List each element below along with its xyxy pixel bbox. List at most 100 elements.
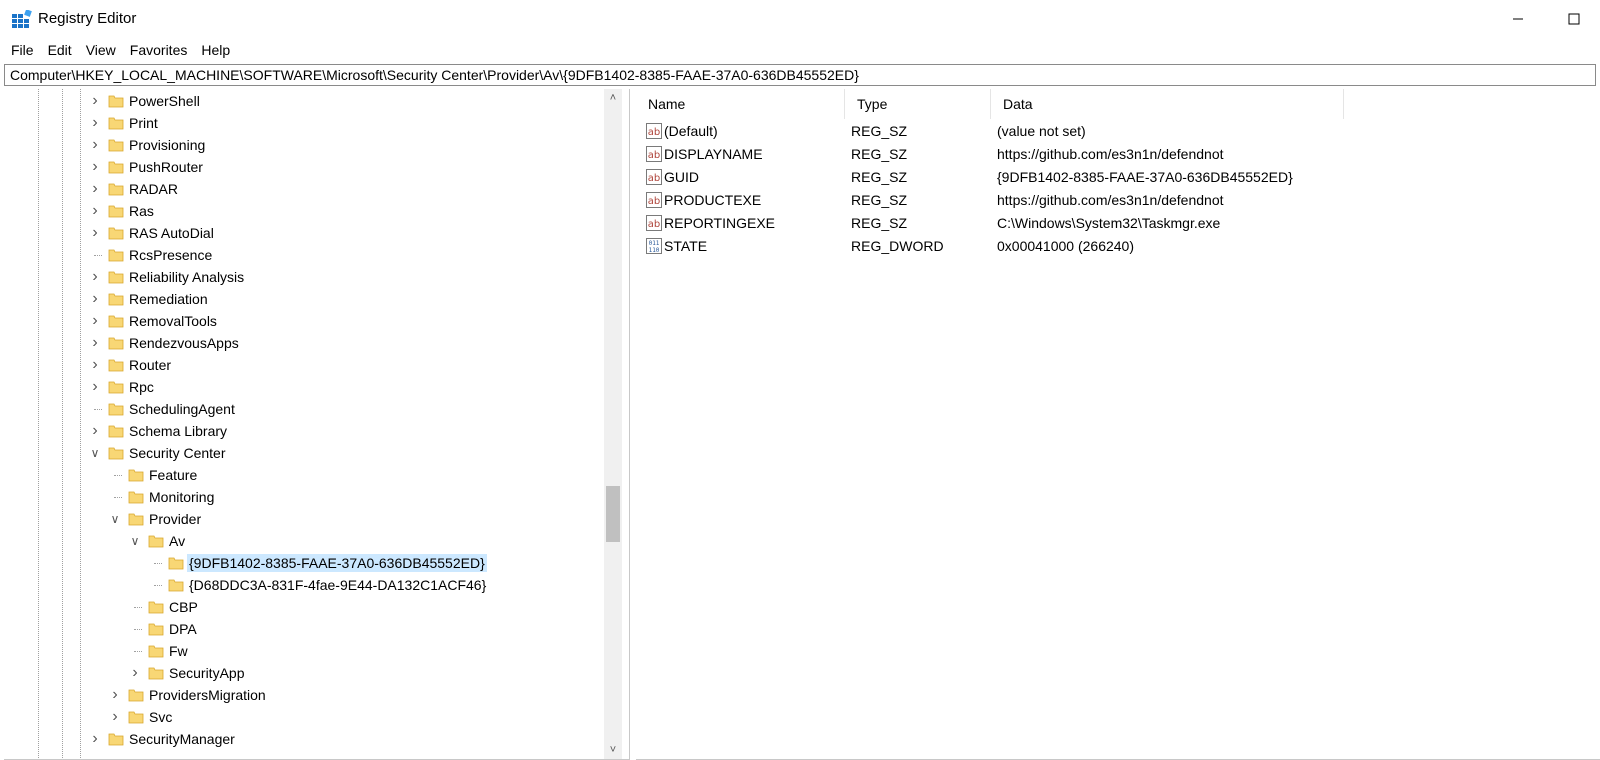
tree-scrollbar[interactable]: ˄ ˅ <box>604 89 622 759</box>
tree-item[interactable]: ∨ Av <box>4 530 604 552</box>
maximize-icon <box>1568 13 1580 25</box>
chevron-right-icon[interactable]: › <box>88 378 102 396</box>
chevron-right-icon[interactable]: › <box>88 114 102 132</box>
value-data: {9DFB1402-8385-FAAE-37A0-636DB45552ED} <box>997 169 1293 185</box>
tree-item[interactable]: › SecurityManager <box>4 728 604 750</box>
tree-item[interactable]: DPA <box>4 618 604 640</box>
chevron-right-icon[interactable]: › <box>88 422 102 440</box>
address-bar[interactable]: Computer\HKEY_LOCAL_MACHINE\SOFTWARE\Mic… <box>4 64 1596 86</box>
string-value-icon: ab <box>646 215 662 231</box>
tree-item[interactable]: › Remediation <box>4 288 604 310</box>
chevron-right-icon[interactable]: › <box>108 708 122 726</box>
column-header-data[interactable]: Data <box>991 89 1344 119</box>
tree-item[interactable]: ∨ Security Center <box>4 442 604 464</box>
menu-help[interactable]: Help <box>194 38 237 62</box>
column-header-name[interactable]: Name <box>636 89 845 119</box>
svg-text:ab: ab <box>648 150 660 161</box>
registry-tree[interactable]: › PowerShell › Print › Provisioning › PushRoute… <box>4 89 630 760</box>
folder-icon <box>168 555 184 571</box>
value-type: REG_DWORD <box>851 238 944 254</box>
menu-edit[interactable]: Edit <box>41 38 79 62</box>
menu-view[interactable]: View <box>79 38 123 62</box>
value-row[interactable]: ab DISPLAYNAME REG_SZ https://github.com/es… <box>636 143 1600 166</box>
tree-item[interactable]: Fw <box>4 640 604 662</box>
tree-item[interactable]: › ProvidersMigration <box>4 684 604 706</box>
tree-item-label: SecurityManager <box>129 731 235 747</box>
tree-item[interactable]: SchedulingAgent <box>4 398 604 420</box>
folder-icon <box>108 401 124 417</box>
chevron-right-icon[interactable]: › <box>128 664 142 682</box>
tree-item[interactable]: RcsPresence <box>4 244 604 266</box>
chevron-right-icon[interactable]: › <box>88 312 102 330</box>
minimize-button[interactable] <box>1490 0 1546 38</box>
tree-item-label: Security Center <box>129 445 226 461</box>
value-type: REG_SZ <box>851 146 908 162</box>
tree-connector <box>94 255 102 256</box>
value-row[interactable]: ab REPORTINGEXE REG_SZ C:\Windows\System32\… <box>636 212 1600 235</box>
chevron-right-icon[interactable]: › <box>88 356 102 374</box>
chevron-right-icon[interactable]: › <box>88 136 102 154</box>
tree-item[interactable]: › RADAR <box>4 178 604 200</box>
tree-item[interactable]: › PushRouter <box>4 156 604 178</box>
menu-favorites[interactable]: Favorites <box>123 38 195 62</box>
tree-item[interactable]: Monitoring <box>4 486 604 508</box>
chevron-right-icon[interactable]: › <box>88 202 102 220</box>
tree-item[interactable]: › RAS AutoDial <box>4 222 604 244</box>
menu-file[interactable]: File <box>4 38 41 62</box>
chevron-right-icon[interactable]: › <box>88 334 102 352</box>
maximize-button[interactable] <box>1546 0 1600 38</box>
tree-item[interactable]: › Provisioning <box>4 134 604 156</box>
chevron-right-icon[interactable]: › <box>88 180 102 198</box>
tree-item[interactable]: › RendezvousApps <box>4 332 604 354</box>
value-row[interactable]: 011 110 STATE REG_DWORD 0x00041000 (266240) <box>636 235 1600 258</box>
value-name: GUID <box>664 169 699 185</box>
tree-item[interactable]: {D68DDC3A-831F-4fae-9E44-DA132C1ACF46} <box>4 574 604 596</box>
tree-item[interactable]: › Rpc <box>4 376 604 398</box>
tree-item[interactable]: › Reliability Analysis <box>4 266 604 288</box>
scroll-thumb[interactable] <box>606 486 620 542</box>
chevron-down-icon[interactable]: ∨ <box>88 444 102 462</box>
tree-item-label-selected: {9DFB1402-8385-FAAE-37A0-636DB45552ED} <box>187 554 487 572</box>
tree-item[interactable]: › Print <box>4 112 604 134</box>
tree-item[interactable]: › Schema Library <box>4 420 604 442</box>
tree-item-label: Schema Library <box>129 423 228 439</box>
column-header-type[interactable]: Type <box>845 89 991 119</box>
scroll-up-button[interactable]: ˄ <box>604 89 622 107</box>
tree-item-label: RendezvousApps <box>129 335 239 351</box>
folder-icon <box>108 445 124 461</box>
chevron-right-icon[interactable]: › <box>88 224 102 242</box>
chevron-right-icon[interactable]: › <box>88 92 102 110</box>
chevron-right-icon[interactable]: › <box>88 158 102 176</box>
folder-icon <box>108 247 124 263</box>
tree-item-label: RADAR <box>129 181 179 197</box>
chevron-down-icon[interactable]: ∨ <box>128 532 142 550</box>
tree-item[interactable]: › SecurityApp <box>4 662 604 684</box>
folder-icon <box>128 709 144 725</box>
tree-item[interactable]: › Ras <box>4 200 604 222</box>
chevron-right-icon[interactable]: › <box>88 290 102 308</box>
tree-item[interactable]: {9DFB1402-8385-FAAE-37A0-636DB45552ED} <box>4 552 604 574</box>
tree-item[interactable]: ∨ Provider <box>4 508 604 530</box>
chevron-down-icon[interactable]: ∨ <box>108 510 122 528</box>
tree-item[interactable]: › RemovalTools <box>4 310 604 332</box>
folder-icon <box>148 665 164 681</box>
tree-item[interactable]: CBP <box>4 596 604 618</box>
value-row[interactable]: ab PRODUCTEXE REG_SZ https://github.com/es3… <box>636 189 1600 212</box>
value-row[interactable]: ab (Default) REG_SZ (value not set) <box>636 120 1600 143</box>
folder-icon <box>148 621 164 637</box>
tree-item[interactable]: Feature <box>4 464 604 486</box>
value-data: C:\Windows\System32\Taskmgr.exe <box>997 215 1221 231</box>
title-bar: Registry Editor <box>0 0 1600 38</box>
value-type: REG_SZ <box>851 169 908 185</box>
tree-item[interactable]: › Svc <box>4 706 604 728</box>
tree-item[interactable]: › Router <box>4 354 604 376</box>
tree-item[interactable]: › PowerShell <box>4 90 604 112</box>
folder-icon <box>128 467 144 483</box>
chevron-right-icon[interactable]: › <box>108 686 122 704</box>
chevron-right-icon[interactable]: › <box>88 268 102 286</box>
tree-item-label: SchedulingAgent <box>129 401 235 417</box>
values-list[interactable]: Name Type Data ab (Default) REG_SZ (value n… <box>636 89 1600 760</box>
chevron-right-icon[interactable]: › <box>88 730 102 748</box>
scroll-down-button[interactable]: ˅ <box>604 741 622 759</box>
value-row[interactable]: ab GUID REG_SZ {9DFB1402-8385-FAAE-37A0-636… <box>636 166 1600 189</box>
